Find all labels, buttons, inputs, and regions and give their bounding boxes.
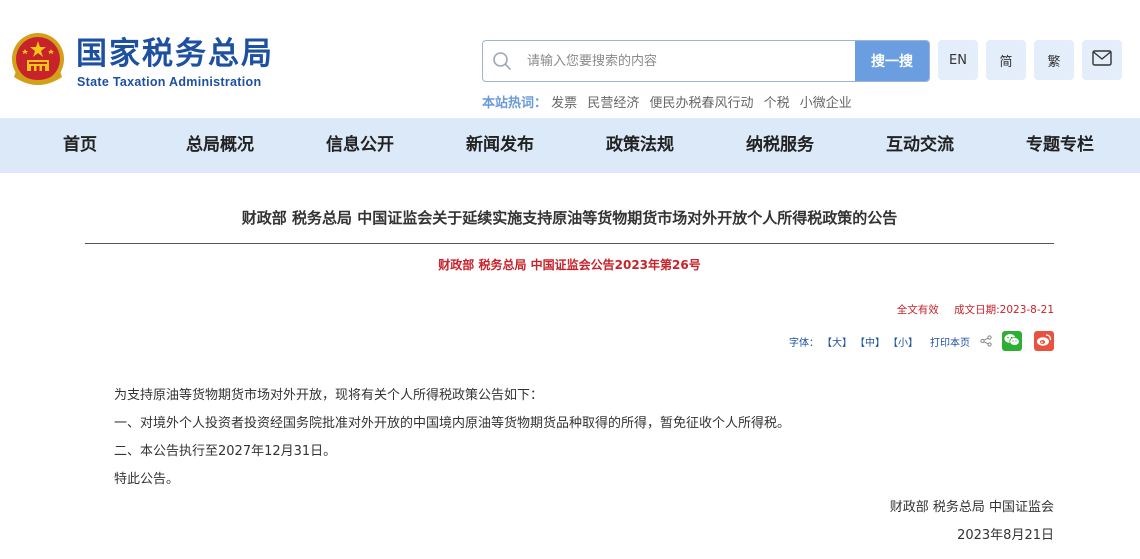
font-size-label: 字体： [789,337,819,349]
hot-word-link[interactable]: 民营经济 [587,96,639,111]
nav-item-overview[interactable]: 总局概况 [160,118,280,173]
font-size-large[interactable]: 【大】 [822,334,852,349]
article-signature: 财政部 税务总局 中国证监会 [889,500,1054,515]
date-label: 成文日期: [954,304,1000,316]
hot-words: 本站热词： 发票 民营经济 便民办税春风行动 个税 小微企业 [482,92,858,111]
print-page-link[interactable]: 打印本页 [930,334,970,349]
search-bar: 搜一搜 [482,40,930,82]
validity-status: 全文有效 [896,304,939,316]
mail-icon [1092,50,1112,70]
nav-item-news[interactable]: 新闻发布 [440,118,560,173]
hot-word-link[interactable]: 便民办税春风行动 [649,96,753,111]
search-icon [492,51,512,71]
title-divider [85,243,1054,244]
issue-date: 2023-8-21 [999,304,1054,316]
main-nav: 首页 总局概况 信息公开 新闻发布 政策法规 纳税服务 互动交流 专题专栏 [0,118,1140,173]
article-paragraph: 为支持原油等货物期货市场对外开放，现将有关个人所得税政策公告如下： [114,388,544,403]
article-sign-date: 2023年8月21日 [957,528,1054,543]
nav-item-special-topics[interactable]: 专题专栏 [1000,118,1120,173]
lang-en-button[interactable]: EN [938,40,978,80]
nav-item-info-disclosure[interactable]: 信息公开 [300,118,420,173]
site-logo-title[interactable]: 国家税务总局 [76,34,274,74]
document-number: 财政部 税务总局 中国证监会公告2023年第26号 [438,258,701,272]
weibo-share-button[interactable] [1034,331,1054,351]
article-paragraph: 二、本公告执行至2027年12月31日。 [114,444,337,459]
hot-word-link[interactable]: 个税 [764,96,790,111]
wechat-share-button[interactable] [1002,331,1022,351]
lang-simplified-button[interactable]: 简 [986,40,1026,80]
nav-item-policy[interactable]: 政策法规 [580,118,700,173]
hot-word-link[interactable]: 发票 [551,96,577,111]
nav-item-home[interactable]: 首页 [20,118,140,173]
search-button[interactable]: 搜一搜 [855,41,929,81]
nav-item-tax-service[interactable]: 纳税服务 [720,118,840,173]
share-icon[interactable] [980,335,992,347]
hot-words-label: 本站热词： [482,96,548,111]
site-logo-subtitle[interactable]: State Taxation Administration [77,75,261,89]
article-paragraph: 特此公告。 [114,472,180,487]
weibo-icon [1036,333,1052,350]
lang-traditional-button[interactable]: 繁 [1034,40,1074,80]
article-paragraph: 一、对境外个人投资者投资经国务院批准对外开放的中国境内原油等货物期货品种取得的所… [114,416,791,431]
site-header: 国家税务总局 State Taxation Administration 搜一搜… [0,0,1140,118]
article-meta: 全文有效 成文日期:2023-8-21 [897,302,1054,317]
font-size-medium[interactable]: 【中】 [855,334,885,349]
nav-item-interaction[interactable]: 互动交流 [860,118,980,173]
article-title: 财政部 税务总局 中国证监会关于延续实施支持原油等货物期货市场对外开放个人所得税… [241,209,898,227]
hot-word-link[interactable]: 小微企业 [800,96,852,111]
wechat-icon [1004,333,1020,350]
font-size-small[interactable]: 【小】 [888,334,918,349]
mail-button[interactable] [1082,40,1122,80]
article-tools: 字体： 【大】 【中】 【小】 打印本页 [789,330,1054,352]
national-emblem-icon[interactable] [10,31,66,89]
search-input[interactable] [527,41,853,81]
